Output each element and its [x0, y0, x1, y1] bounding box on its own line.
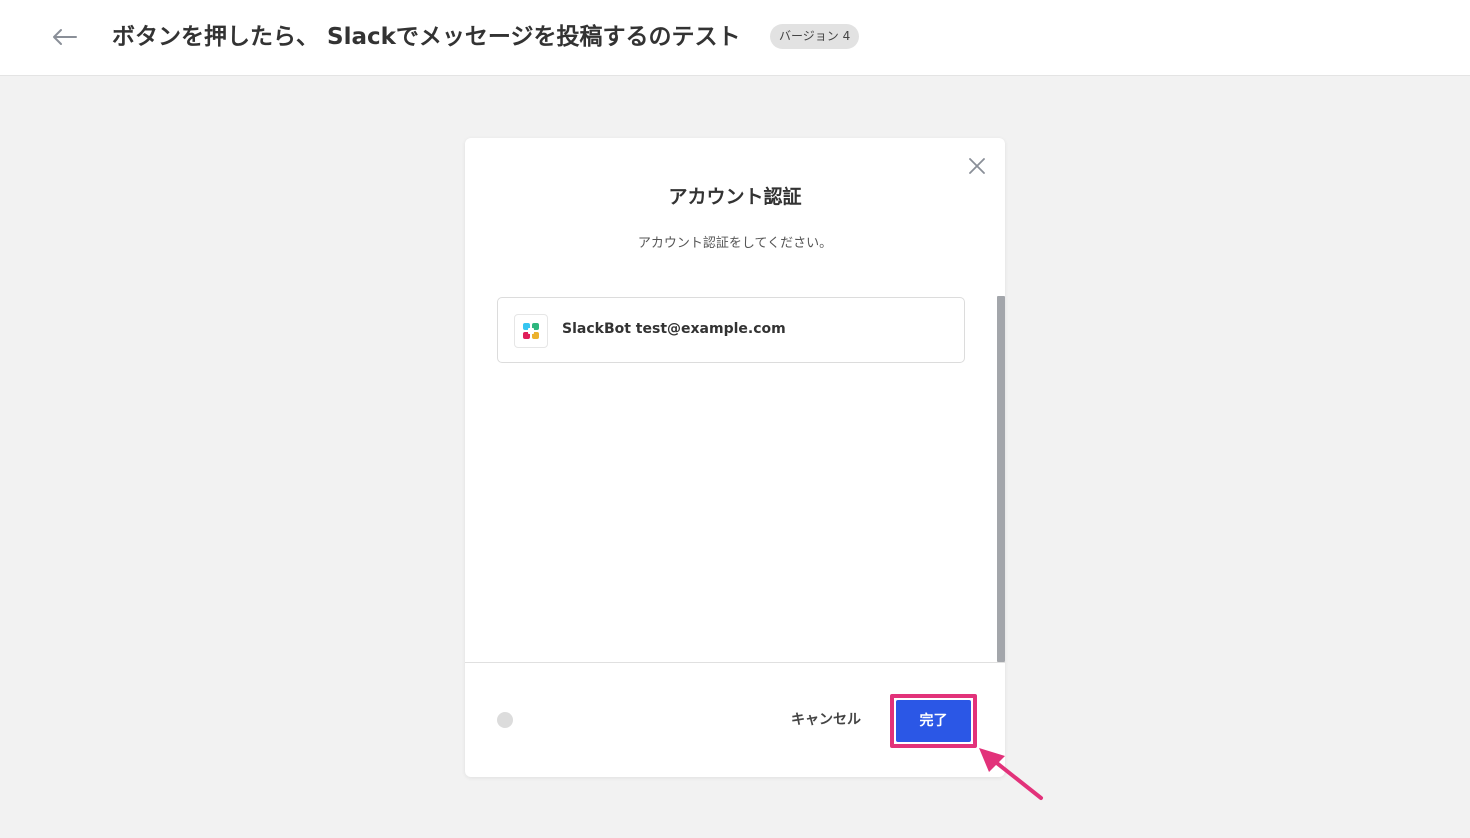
footer-divider [465, 662, 1005, 663]
arrow-left-icon [53, 29, 77, 45]
top-bar: ボタンを押したら、 Slackでメッセージを投稿するのテスト バージョン 4 [0, 0, 1470, 76]
done-button[interactable]: 完了 [896, 700, 971, 742]
account-list: SlackBot test@example.com [465, 296, 1005, 662]
account-auth-modal: アカウント認証 アカウント認証をしてください。 SlackBot test@ex… [465, 138, 1005, 777]
version-badge: バージョン 4 [770, 24, 860, 49]
page-title: ボタンを押したら、 Slackでメッセージを投稿するのテスト [112, 24, 741, 50]
modal-subtitle: アカウント認証をしてください。 [637, 236, 833, 251]
pointer-arrow-icon [979, 748, 1043, 800]
back-button[interactable] [46, 20, 82, 54]
slack-logo-icon [514, 314, 548, 348]
cancel-button[interactable]: キャンセル [781, 708, 871, 732]
account-option[interactable]: SlackBot test@example.com [497, 297, 965, 363]
close-icon [969, 158, 985, 174]
scrollbar[interactable] [997, 296, 1005, 662]
account-label: SlackBot test@example.com [562, 321, 786, 337]
modal-title: アカウント認証 [668, 186, 802, 208]
close-button[interactable] [965, 154, 989, 178]
status-indicator [497, 712, 513, 728]
